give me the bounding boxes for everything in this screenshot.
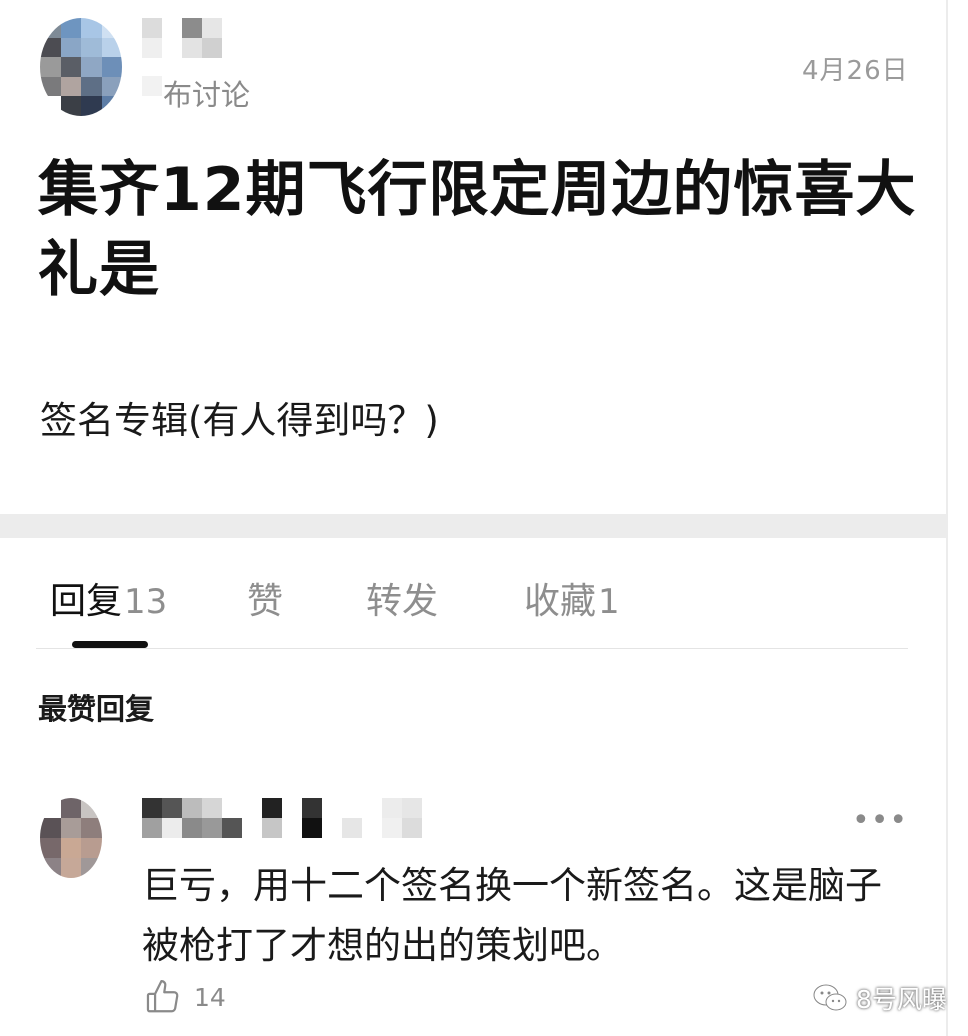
- author-name-mosaic-row2: [142, 38, 222, 58]
- tab-divider: [36, 648, 908, 649]
- commenter-avatar[interactable]: [40, 798, 102, 878]
- post-title: 集齐12期飞行限定周边的惊喜大礼是: [38, 155, 917, 305]
- post-date: 4月26日: [802, 56, 909, 86]
- commenter-name-mosaic[interactable]: [142, 798, 422, 818]
- wechat-icon: [813, 984, 847, 1011]
- section-separator: [0, 514, 946, 538]
- section-title: 最赞回复: [38, 692, 155, 726]
- watermark: 8号风曝: [812, 980, 947, 1016]
- tab-likes-label: 赞: [247, 581, 284, 622]
- author-name-mosaic-row3: [142, 76, 162, 96]
- author-subtitle: 布讨论: [163, 78, 251, 112]
- tab-likes[interactable]: 赞: [247, 572, 283, 624]
- comment-like-button[interactable]: 14: [144, 978, 226, 1016]
- tab-reposts[interactable]: 转发: [366, 572, 438, 624]
- tab-favorites[interactable]: 收藏1: [524, 572, 620, 624]
- active-tab-indicator: [72, 641, 148, 648]
- like-count: 14: [194, 982, 226, 1012]
- tab-reposts-label: 转发: [366, 581, 439, 622]
- commenter-name-mosaic-row2: [142, 818, 422, 838]
- more-dots-icon[interactable]: •••: [852, 806, 908, 836]
- author-avatar[interactable]: [40, 18, 122, 116]
- right-edge-divider: [946, 0, 948, 1036]
- tab-favorites-count: 1: [598, 582, 620, 622]
- comment-text: 巨亏，用十二个签名换一个新签名。这是脑子被枪打了才想的出的策划吧。: [142, 864, 882, 967]
- author-name-mosaic[interactable]: [142, 18, 222, 38]
- tab-replies-count: 13: [124, 582, 168, 622]
- tab-favorites-label: 收藏: [524, 581, 597, 622]
- tab-replies-label: 回复: [50, 581, 123, 622]
- watermark-text: 8号风曝: [856, 985, 947, 1014]
- post-body: 签名专辑(有人得到吗？): [40, 399, 439, 442]
- thumbs-up-icon[interactable]: [144, 978, 182, 1016]
- tab-replies[interactable]: 回复13: [50, 572, 167, 624]
